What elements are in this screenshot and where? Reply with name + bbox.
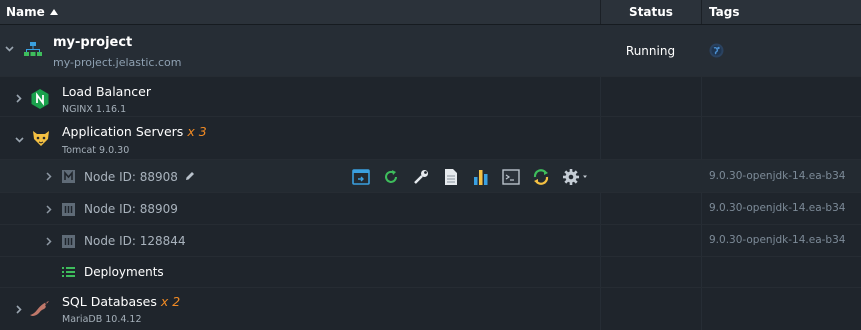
tags-column-label: Tags: [709, 5, 740, 19]
chevron-down-icon[interactable]: [15, 137, 24, 143]
deployments-icon: [62, 266, 75, 281]
load-balancer-title: Load Balancer: [62, 84, 151, 99]
node-tag: 9.0.30-openjdk-14.ea-b34: [709, 202, 846, 214]
node-icon: [62, 203, 75, 219]
restart-icon[interactable]: [382, 168, 400, 186]
sql-databases-version: MariaDB 10.4.12: [62, 314, 142, 325]
environment-topology-icon: [24, 41, 42, 62]
mariadb-icon: [29, 298, 51, 321]
chevron-right-icon[interactable]: [46, 172, 52, 181]
app-servers-title: Application Servers x 3: [62, 124, 207, 139]
environment-status: Running: [625, 44, 676, 58]
globe-icon[interactable]: [709, 43, 724, 61]
redeploy-icon[interactable]: [532, 168, 550, 186]
nginx-icon: [31, 89, 49, 112]
statistics-icon[interactable]: [472, 168, 490, 186]
app-servers-multiplier: x 3: [187, 124, 207, 139]
environment-row[interactable]: [0, 25, 861, 77]
chevron-right-icon[interactable]: [16, 305, 22, 314]
edit-pencil-icon[interactable]: [184, 170, 196, 185]
chevron-down-icon[interactable]: [5, 46, 14, 52]
sort-asc-icon: [49, 9, 58, 15]
load-balancer-version: NGINX 1.16.1: [62, 104, 127, 115]
app-servers-version: Tomcat 9.0.30: [62, 145, 130, 156]
config-icon[interactable]: [412, 168, 430, 186]
node-id-label[interactable]: Node ID: 88909: [84, 202, 178, 216]
name-column-header[interactable]: Name: [0, 0, 600, 24]
table-header: Name Status Tags: [0, 0, 861, 25]
web-ssh-open-icon[interactable]: [352, 168, 370, 186]
sql-databases-label: SQL Databases: [62, 294, 157, 309]
node-tag: 9.0.30-openjdk-14.ea-b34: [709, 170, 846, 182]
deployments-label[interactable]: Deployments: [84, 265, 164, 279]
log-icon[interactable]: [442, 168, 460, 186]
chevron-right-icon[interactable]: [16, 94, 22, 103]
tags-column-header[interactable]: Tags: [701, 0, 861, 24]
sql-databases-title: SQL Databases x 2: [62, 294, 180, 309]
node-id-label[interactable]: Node ID: 88908: [84, 170, 178, 184]
master-node-icon: [62, 170, 75, 186]
tomcat-icon: [31, 128, 51, 151]
web-ssh-icon[interactable]: [502, 168, 520, 186]
node-id-label[interactable]: Node ID: 128844: [84, 234, 186, 248]
status-column-label: Status: [629, 5, 673, 19]
sql-databases-multiplier: x 2: [160, 294, 181, 309]
environment-url[interactable]: my-project.jelastic.com: [53, 56, 181, 69]
node-tag: 9.0.30-openjdk-14.ea-b34: [709, 234, 846, 246]
node-icon: [62, 235, 75, 251]
app-servers-label: Application Servers: [62, 124, 184, 139]
status-column-header[interactable]: Status: [600, 0, 701, 24]
chevron-right-icon[interactable]: [46, 237, 52, 246]
name-column-label: Name: [6, 5, 45, 19]
chevron-right-icon[interactable]: [46, 205, 52, 214]
environment-name[interactable]: my-project: [53, 35, 132, 50]
settings-gear-icon[interactable]: [562, 168, 590, 186]
